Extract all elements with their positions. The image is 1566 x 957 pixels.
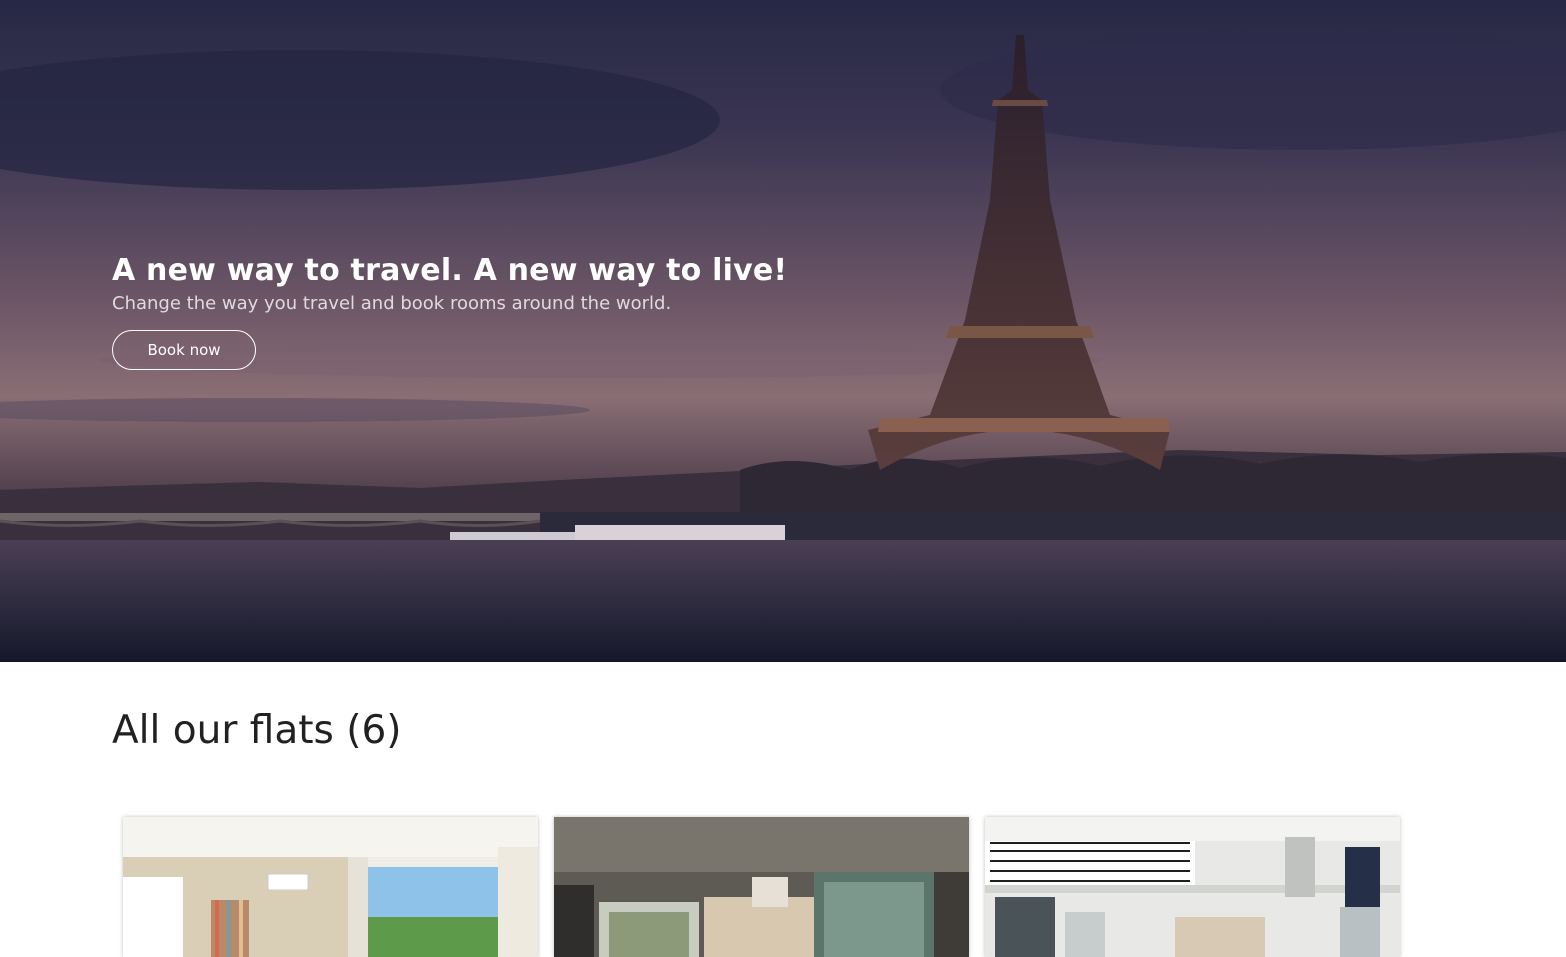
hero-subtitle: Change the way you travel and book rooms… [112,293,672,314]
hero-title: A new way to travel. A new way to live! [112,253,788,288]
flat-card[interactable] [123,817,538,957]
flat-photo-bedroom [123,817,538,957]
hero-banner: A new way to travel. A new way to live! … [0,0,1566,662]
hero-content: A new way to travel. A new way to live! … [112,252,787,370]
flat-card-list [123,817,1400,957]
flat-photo-loft [554,817,969,957]
flats-heading: All our flats (6) [112,708,402,753]
book-now-button[interactable]: Book now [112,330,256,370]
flat-card[interactable] [554,817,969,957]
flat-card[interactable] [985,817,1400,957]
flat-photo-mezzanine [985,817,1400,957]
